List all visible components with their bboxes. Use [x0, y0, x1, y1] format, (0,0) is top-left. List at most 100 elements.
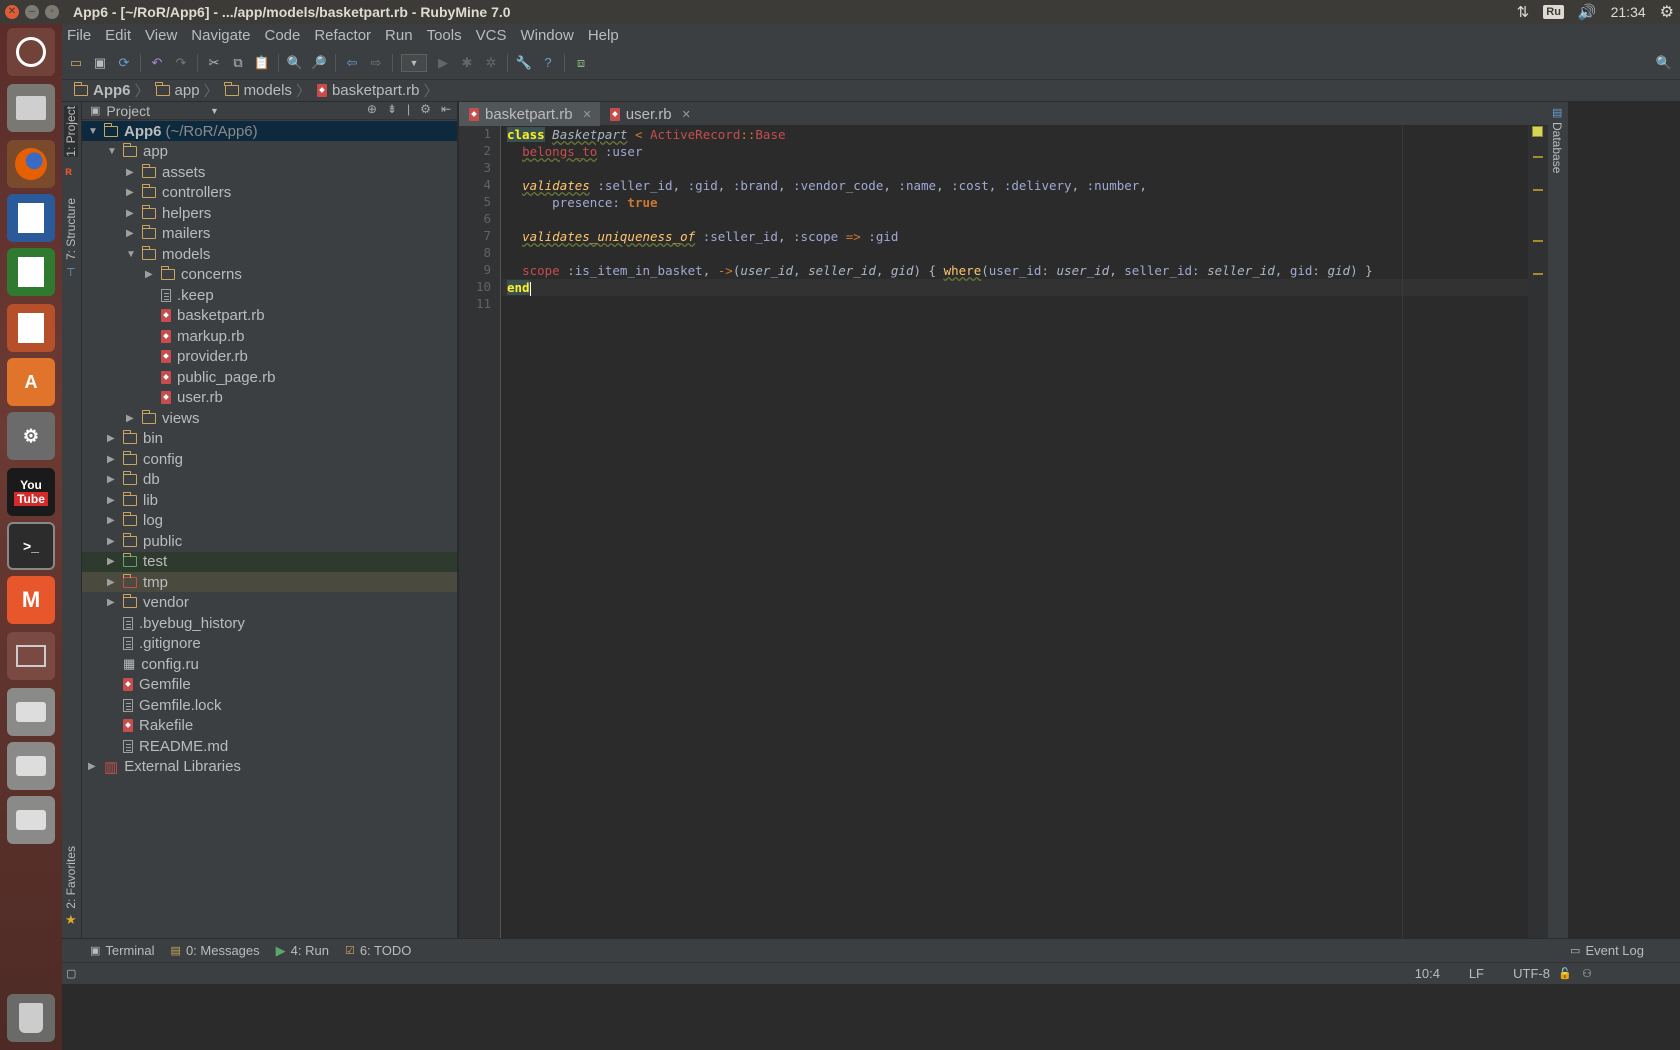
debug-icon[interactable]: ✱	[459, 55, 475, 71]
event-log-button[interactable]: ▭ Event Log	[1570, 943, 1644, 958]
paste-icon[interactable]: 📋	[254, 55, 270, 71]
tree-item-basketpart-rb[interactable]: basketpart.rb	[82, 306, 457, 326]
menu-tools[interactable]: Tools	[427, 27, 462, 44]
tab-todo[interactable]: ☑ 6: TODO	[345, 943, 411, 958]
system-settings-icon[interactable]: ⚙	[7, 412, 55, 460]
help-icon[interactable]: ?	[540, 55, 556, 71]
tree-item-bin[interactable]: ▶ bin	[82, 429, 457, 449]
collapse-arrow-icon[interactable]: ▶	[107, 536, 117, 547]
tree-item-db[interactable]: ▶ db	[82, 470, 457, 490]
collapse-arrow-icon[interactable]: ▶	[107, 577, 117, 588]
collapse-arrow-icon[interactable]: ▶	[126, 187, 136, 198]
breadcrumb-item[interactable]: basketpart.rb	[316, 82, 419, 99]
keyboard-layout-indicator[interactable]: Ru	[1543, 5, 1564, 19]
tab-messages[interactable]: ▤ 0: Messages	[171, 943, 260, 958]
inspection-status-icon[interactable]	[1532, 126, 1543, 137]
line-separator[interactable]: LF	[1469, 966, 1484, 981]
caret-position[interactable]: 10:4	[1415, 966, 1440, 981]
tree-item-controllers[interactable]: ▶ controllers	[82, 183, 457, 203]
collapse-arrow-icon[interactable]: ▶	[107, 597, 117, 608]
close-tab-icon[interactable]: ✕	[583, 108, 592, 121]
tree-item-lib[interactable]: ▶ lib	[82, 490, 457, 510]
collapse-arrow-icon[interactable]: ▶	[107, 474, 117, 485]
tree-item-rakefile[interactable]: Rakefile	[82, 716, 457, 736]
menu-run[interactable]: Run	[385, 27, 413, 44]
warning-mark[interactable]	[1533, 240, 1543, 242]
tree-item-tmp[interactable]: ▶ tmp	[82, 572, 457, 592]
terminal-icon[interactable]: >_	[7, 522, 55, 570]
sync-icon[interactable]: ⟳	[116, 55, 132, 71]
code-editor[interactable]: 1 2 3 4 5 6 7 8 9 10 11 class Basketpart…	[459, 126, 1548, 938]
back-arrow-icon[interactable]: ⇦	[344, 55, 360, 71]
firefox-icon[interactable]	[7, 140, 55, 188]
breadcrumb-item[interactable]: models	[224, 82, 292, 99]
tree-item-keep[interactable]: .keep	[82, 285, 457, 305]
warning-mark[interactable]	[1533, 156, 1543, 158]
tree-item-models[interactable]: ▼ models	[82, 244, 457, 264]
tool-windows-toggle-icon[interactable]: ▢	[66, 967, 76, 980]
tree-item-concerns[interactable]: ▶ concerns	[82, 265, 457, 285]
tab-run[interactable]: ▶ 4: Run	[276, 943, 329, 959]
rubymine-icon[interactable]: M	[7, 576, 55, 624]
undo-icon[interactable]: ↶	[149, 55, 165, 71]
tree-item-gemfile-lock[interactable]: Gemfile.lock	[82, 695, 457, 715]
tree-item-byebug-history[interactable]: .byebug_history	[82, 613, 457, 633]
tree-item-readme-md[interactable]: README.md	[82, 736, 457, 756]
find-icon[interactable]: 🔍	[287, 55, 303, 71]
tree-item-user-rb[interactable]: user.rb	[82, 388, 457, 408]
tab-terminal[interactable]: ▣ Terminal	[90, 943, 155, 958]
forward-arrow-icon[interactable]: ⇨	[368, 55, 384, 71]
calc-icon[interactable]	[7, 248, 55, 296]
expand-arrow-icon[interactable]: ▼	[88, 126, 98, 137]
expand-arrow-icon[interactable]: ▼	[107, 146, 117, 157]
close-window-button[interactable]: ✕	[5, 5, 19, 19]
tab-favorites[interactable]: 2: Favorites	[64, 846, 78, 909]
tree-item-config-ru[interactable]: ▦ config.ru	[82, 654, 457, 674]
drive-2-icon[interactable]	[7, 742, 55, 790]
plugin-icon[interactable]: ⧈	[573, 55, 589, 71]
collapse-arrow-icon[interactable]: ▶	[126, 208, 136, 219]
menu-code[interactable]: Code	[264, 27, 300, 44]
save-all-icon[interactable]: ▣	[92, 55, 108, 71]
collapse-arrow-icon[interactable]: ▶	[88, 761, 98, 772]
ubuntu-dash-icon[interactable]	[7, 28, 55, 76]
tree-item-public-page-rb[interactable]: public_page.rb	[82, 367, 457, 387]
dropdown-arrow-icon[interactable]: ▼	[210, 106, 219, 116]
menu-view[interactable]: View	[145, 27, 177, 44]
menu-window[interactable]: Window	[520, 27, 573, 44]
collapse-arrow-icon[interactable]: ▶	[126, 413, 136, 424]
impress-icon[interactable]	[7, 304, 55, 352]
cut-icon[interactable]: ✂	[206, 55, 222, 71]
copy-icon[interactable]: ⧉	[230, 55, 246, 71]
encoding[interactable]: UTF-8	[1513, 966, 1550, 981]
menu-help[interactable]: Help	[588, 27, 619, 44]
tree-item-public[interactable]: ▶ public	[82, 531, 457, 551]
collapse-arrow-icon[interactable]: ▶	[126, 228, 136, 239]
inspection-icon[interactable]: ⚇	[1582, 967, 1592, 980]
expand-arrow-icon[interactable]: ▼	[126, 249, 136, 260]
run-icon[interactable]: ▶	[435, 55, 451, 71]
menu-file[interactable]: File	[67, 27, 91, 44]
tree-item-markup-rb[interactable]: markup.rb	[82, 326, 457, 346]
collapse-all-icon[interactable]: ⇟	[387, 102, 397, 116]
tree-item-provider-rb[interactable]: provider.rb	[82, 347, 457, 367]
close-tab-icon[interactable]: ✕	[682, 108, 691, 121]
breadcrumb-item[interactable]: app	[155, 82, 200, 99]
collapse-arrow-icon[interactable]: ▶	[107, 515, 117, 526]
collapse-arrow-icon[interactable]: ▶	[145, 269, 155, 280]
coverage-icon[interactable]: ✲	[483, 55, 499, 71]
collapse-arrow-icon[interactable]: ▶	[126, 167, 136, 178]
drive-1-icon[interactable]	[7, 688, 55, 736]
menu-edit[interactable]: Edit	[105, 27, 131, 44]
tab-structure[interactable]: 7: Structure	[64, 198, 78, 260]
trash-icon[interactable]	[7, 994, 55, 1042]
hide-panel-icon[interactable]: ⇤	[441, 102, 451, 116]
tree-item-app[interactable]: ▼ app	[82, 142, 457, 162]
minimize-window-button[interactable]: –	[25, 5, 39, 19]
error-stripe[interactable]	[1528, 126, 1548, 938]
tree-item-config[interactable]: ▶ config	[82, 449, 457, 469]
tree-item-mailers[interactable]: ▶ mailers	[82, 224, 457, 244]
menu-refactor[interactable]: Refactor	[314, 27, 371, 44]
workspace-switcher-icon[interactable]	[7, 632, 55, 680]
tree-item-log[interactable]: ▶ log	[82, 511, 457, 531]
